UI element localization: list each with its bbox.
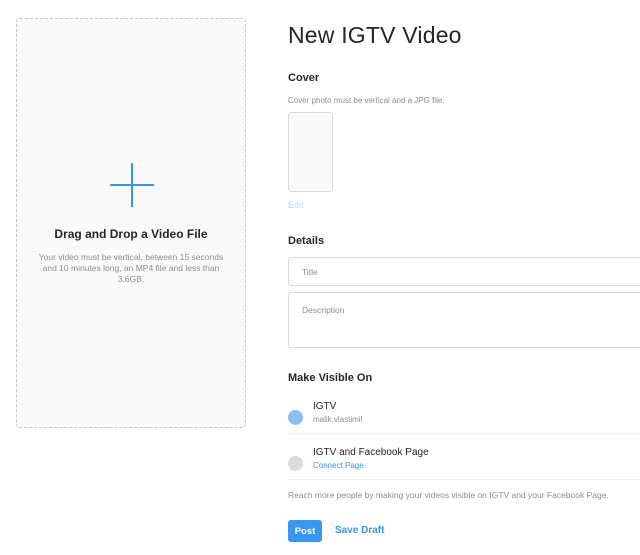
radio-selected[interactable] — [288, 410, 303, 425]
title-input[interactable] — [288, 257, 640, 286]
visibility-option-igtv-facebook[interactable]: IGTV and Facebook Page Connect Page — [288, 446, 640, 480]
reach-text: Reach more people by making your videos … — [288, 490, 609, 500]
radio-unselected[interactable] — [288, 456, 303, 471]
option-label: IGTV — [313, 401, 337, 412]
option-label: IGTV and Facebook Page — [313, 447, 429, 458]
video-dropzone[interactable]: Drag and Drop a Video File Your video mu… — [16, 18, 246, 428]
cover-label: Cover — [288, 72, 320, 84]
cover-help-text: Cover photo must be vertical and a JPG f… — [288, 96, 445, 105]
save-draft-button[interactable]: Save Draft — [335, 525, 384, 536]
account-name: malik.vlastimil — [313, 415, 363, 424]
page-title: New IGTV Video — [288, 22, 462, 48]
cover-edit-link[interactable]: Edit — [288, 200, 304, 210]
igtv-form: New IGTV Video Cover Cover photo must be… — [288, 0, 640, 555]
dropzone-help-text: Your video must be vertical, between 15 … — [38, 252, 224, 284]
visibility-label: Make Visible On — [288, 372, 373, 384]
visibility-option-igtv[interactable]: IGTV malik.vlastimil — [288, 400, 640, 434]
dropzone-title: Drag and Drop a Video File — [54, 227, 208, 241]
plus-icon — [110, 163, 154, 207]
post-button[interactable]: Post — [288, 520, 322, 542]
description-input[interactable] — [288, 292, 640, 348]
cover-thumbnail[interactable] — [288, 112, 333, 192]
details-label: Details — [288, 235, 325, 247]
connect-page-link[interactable]: Connect Page — [313, 461, 364, 470]
